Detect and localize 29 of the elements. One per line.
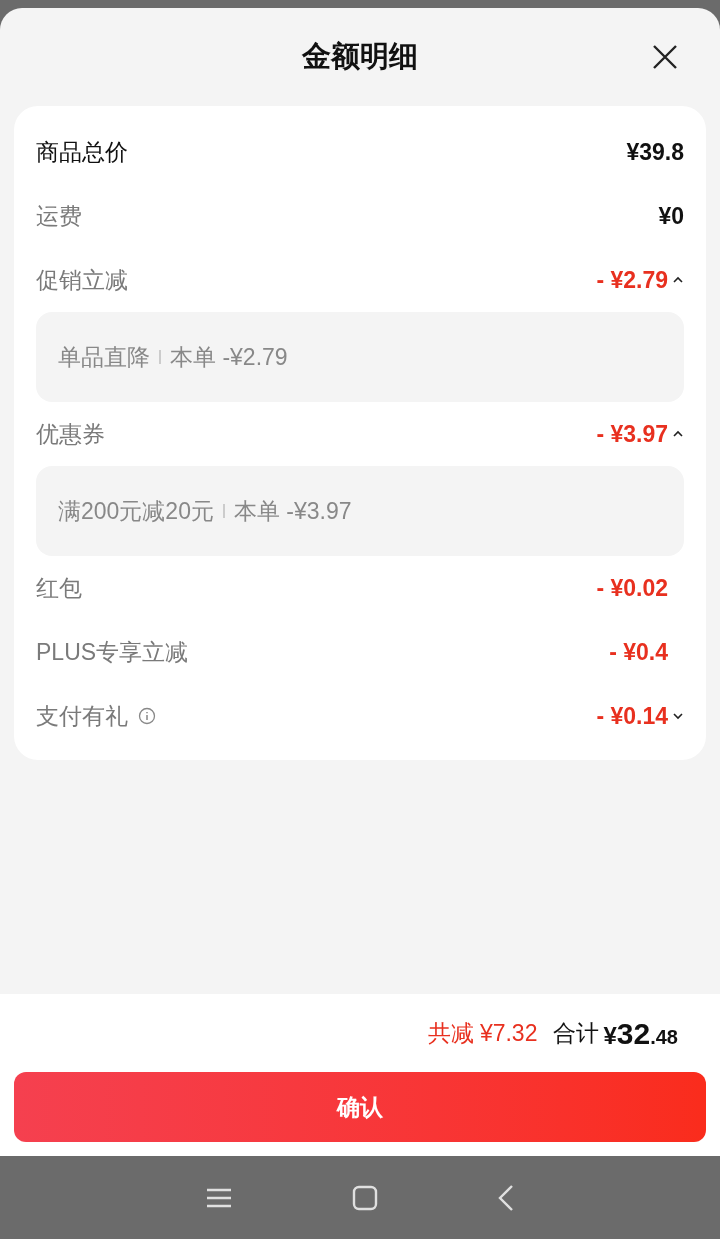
row-label: 优惠券: [36, 419, 105, 449]
row-amount: ¥39.8: [626, 137, 684, 167]
row-label: 红包: [36, 573, 82, 603]
menu-icon[interactable]: [206, 1186, 232, 1209]
saved-amount: 共减 ¥7.32: [427, 1018, 538, 1048]
detail-amount: 本单 -¥2.79: [170, 342, 288, 372]
row-label: 商品总价: [36, 137, 128, 167]
row-amount: - ¥0.4: [609, 637, 668, 667]
info-icon[interactable]: [138, 707, 156, 725]
row-label: 支付有礼: [36, 701, 128, 731]
row-amount: - ¥2.79: [596, 265, 668, 295]
home-icon[interactable]: [352, 1184, 378, 1211]
row-amount: ¥0: [658, 201, 684, 231]
row-amount: - ¥0.02: [596, 573, 668, 603]
detail-name: 单品直降: [58, 342, 150, 372]
chevron-icon[interactable]: [672, 710, 684, 722]
total-label: 合计: [553, 1018, 600, 1048]
confirm-button[interactable]: 确认: [14, 1072, 706, 1142]
detail-amount: 本单 -¥3.97: [233, 496, 352, 526]
row-label: PLUS专享立减: [36, 637, 189, 667]
sheet-title: 金额明细: [302, 39, 418, 75]
row-label: 运费: [36, 201, 82, 231]
row-label: 促销立减: [36, 265, 128, 295]
back-icon[interactable]: [498, 1183, 514, 1212]
close-icon[interactable]: [652, 44, 678, 70]
total-amount: ¥32.48: [603, 1015, 678, 1052]
row-amount: - ¥3.97: [596, 419, 668, 449]
row-amount: - ¥0.14: [596, 701, 668, 731]
detail-name: 满200元减20元: [58, 496, 214, 526]
